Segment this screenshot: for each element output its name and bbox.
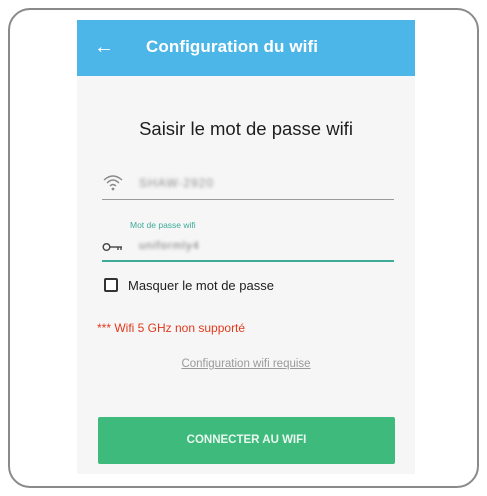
password-field[interactable]: uniformly4 <box>102 235 394 265</box>
ssid-underline <box>102 199 394 200</box>
arrow-left-icon[interactable]: ← <box>93 35 115 59</box>
hide-password-label: Masquer le mot de passe <box>128 278 274 293</box>
key-icon <box>102 243 122 251</box>
hide-password-checkbox[interactable] <box>104 278 118 292</box>
warning-text: *** Wifi 5 GHz non supporté <box>97 321 246 335</box>
password-label: Mot de passe wifi <box>130 220 196 230</box>
ssid-value: SHAW-2920 <box>139 176 215 190</box>
wifi-icon <box>103 175 123 191</box>
password-underline <box>102 260 394 262</box>
page-heading: Saisir le mot de passe wifi <box>139 118 353 139</box>
app-bar-title: Configuration du wifi <box>146 37 319 56</box>
connect-wifi-button[interactable]: CONNECTER AU WIFI <box>98 417 395 464</box>
wifi-requirements-link[interactable]: Configuration wifi requise <box>77 358 415 370</box>
ssid-field[interactable]: SHAW-2920 <box>102 173 394 201</box>
phone-screen: ← Configuration du wifi Saisir le mot de… <box>77 20 415 474</box>
password-value: uniformly4 <box>139 240 200 252</box>
app-bar: ← Configuration du wifi <box>77 20 415 76</box>
